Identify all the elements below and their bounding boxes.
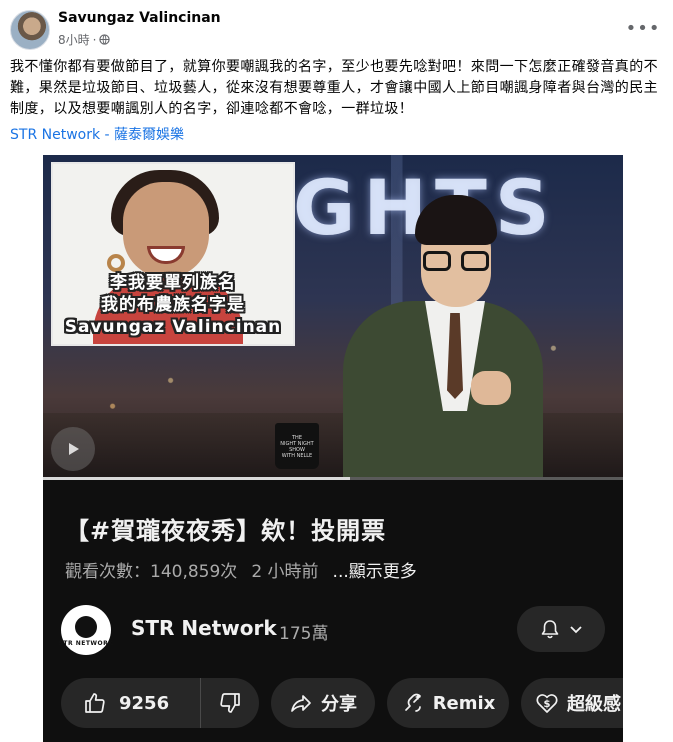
- channel-avatar-text: STR NETWORK: [58, 639, 114, 647]
- video-embed[interactable]: GHTS THE NIGHT NIGHT SHOW WITH NELLE 李我要…: [43, 155, 623, 742]
- post-time[interactable]: 8小時: [58, 31, 90, 48]
- super-thanks-button[interactable]: $ 超級感: [521, 678, 623, 728]
- play-button[interactable]: [51, 427, 95, 471]
- super-thanks-icon: $: [536, 694, 558, 713]
- author-name[interactable]: Savungaz Valincinan: [58, 10, 221, 26]
- inset-caption-line: 我的布農族名字是: [101, 295, 245, 315]
- meta-separator: ·: [92, 32, 97, 47]
- thumbs-up-icon: [85, 693, 105, 713]
- video-progress-bar[interactable]: [43, 477, 623, 480]
- inset-caption-line: 李我要單列族名: [110, 273, 236, 293]
- video-progress-fill: [43, 477, 351, 480]
- view-count: 觀看次數：140,859次: [65, 562, 238, 582]
- ellipsis-icon: •••: [625, 17, 661, 39]
- subscriber-count: 175萬: [279, 624, 329, 644]
- dislike-button[interactable]: [201, 678, 259, 728]
- play-icon: [69, 443, 79, 455]
- share-icon: [291, 695, 311, 712]
- thumbs-down-icon: [220, 693, 240, 713]
- video-title: 【#賀瓏夜夜秀】欸！投開票: [65, 517, 387, 545]
- video-age: 2 小時前: [251, 562, 319, 582]
- chevron-down-icon: [570, 626, 582, 634]
- host-figure: [343, 193, 543, 477]
- video-meta: 觀看次數：140,859次 2 小時前 ...顯示更多: [65, 557, 417, 582]
- like-dislike-group: 9256: [61, 678, 259, 728]
- notification-button[interactable]: [517, 606, 605, 652]
- svg-text:$: $: [544, 699, 551, 710]
- author-avatar[interactable]: [10, 10, 50, 50]
- share-button[interactable]: 分享: [271, 678, 375, 728]
- inset-image: 李我要單列族名 我的布農族名字是 Savungaz Valincinan: [51, 162, 295, 346]
- show-more-link[interactable]: ...顯示更多: [333, 557, 417, 582]
- post-link[interactable]: STR Network - 薩泰爾娛樂: [10, 124, 184, 144]
- action-row: 9256 分享 Remix $ 超級感: [43, 678, 623, 730]
- remix-icon: [404, 693, 421, 712]
- video-thumbnail[interactable]: GHTS THE NIGHT NIGHT SHOW WITH NELLE 李我要…: [43, 155, 623, 477]
- channel-name[interactable]: STR Network: [131, 616, 277, 640]
- inset-caption: 李我要單列族名 我的布農族名字是 Savungaz Valincinan: [53, 272, 293, 338]
- post-header: Savungaz Valincinan 8小時 · •••: [10, 8, 665, 50]
- glasses: [423, 251, 489, 271]
- inset-caption-line: Savungaz Valincinan: [64, 317, 282, 337]
- post-text: 我不懂你都有要做節目了，就算你要嘲諷我的名字，至少也要先唸對吧！來問一下怎麼正確…: [10, 59, 658, 117]
- post-meta: 8小時 ·: [58, 31, 111, 48]
- super-thanks-label: 超級感: [567, 694, 621, 715]
- channel-avatar[interactable]: STR NETWORK: [58, 605, 114, 655]
- remix-button[interactable]: Remix: [387, 678, 509, 728]
- globe-icon: [99, 34, 111, 45]
- channel-logo-icon: [75, 615, 97, 638]
- like-button[interactable]: 9256: [61, 678, 201, 728]
- channel-row: STR NETWORK STR Network 175萬: [43, 600, 623, 660]
- mug-text: THE NIGHT NIGHT SHOW WITH NELLE: [280, 435, 314, 459]
- remix-label: Remix: [432, 692, 496, 714]
- more-options-button[interactable]: •••: [626, 16, 660, 40]
- like-count: 9256: [119, 692, 170, 714]
- bell-icon: [541, 620, 559, 639]
- share-label: 分享: [321, 694, 357, 715]
